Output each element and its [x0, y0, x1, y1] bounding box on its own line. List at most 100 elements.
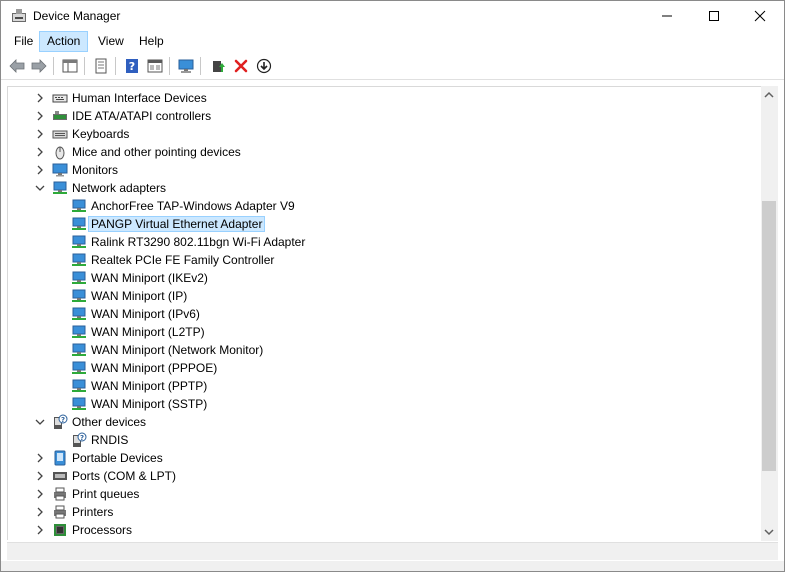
- tree-category[interactable]: Mice and other pointing devices: [8, 143, 762, 161]
- disable-device-button[interactable]: [254, 56, 274, 76]
- tree-item-label: Processors: [72, 523, 133, 537]
- status-bar: [1, 561, 784, 571]
- show-hide-tree-icon: [62, 59, 78, 73]
- menu-view[interactable]: View: [91, 31, 131, 52]
- network-adapter-icon: [72, 253, 86, 266]
- menu-action[interactable]: Action: [39, 31, 89, 52]
- chevron-down-icon[interactable]: [34, 416, 46, 428]
- tree-item-label: RNDIS: [91, 433, 129, 447]
- enable-device-button[interactable]: [208, 56, 228, 76]
- chevron-right-icon[interactable]: [34, 488, 46, 500]
- monitor-icon: [52, 163, 68, 177]
- update-driver-icon: [147, 59, 163, 73]
- help-icon: ?: [126, 59, 138, 73]
- scroll-down-icon[interactable]: [764, 528, 774, 536]
- vertical-scrollbar[interactable]: [761, 86, 778, 541]
- chevron-right-icon[interactable]: [34, 128, 46, 140]
- tree-item-label: WAN Miniport (Network Monitor): [91, 343, 264, 357]
- tree-item-label: Other devices: [72, 415, 147, 429]
- toolbar-separator: [84, 57, 85, 75]
- tree-item-label: Keyboards: [72, 127, 130, 141]
- scroll-up-icon[interactable]: [764, 91, 774, 99]
- device-tree[interactable]: Human Interface Devices IDE ATA/ATAPI con…: [7, 86, 762, 540]
- close-window-button[interactable]: [737, 1, 783, 31]
- chevron-right-icon[interactable]: [34, 452, 46, 464]
- tree-item-label: Ports (COM & LPT): [72, 469, 177, 483]
- tree-device[interactable]: Realtek PCIe FE Family Controller: [8, 251, 762, 269]
- chevron-right-icon[interactable]: [34, 92, 46, 104]
- tree-device[interactable]: ? RNDIS: [8, 431, 762, 449]
- chevron-right-icon[interactable]: [34, 524, 46, 536]
- minimize-button[interactable]: [644, 1, 690, 31]
- chevron-right-icon[interactable]: [34, 146, 46, 158]
- network-adapter-icon: [72, 271, 86, 284]
- tree-category[interactable]: ? Other devices: [8, 413, 762, 431]
- tree-item-label: IDE ATA/ATAPI controllers: [72, 109, 212, 123]
- unknown-device-icon: ?: [73, 432, 87, 447]
- tree-item-label: Printers: [72, 505, 114, 519]
- tree-category[interactable]: Human Interface Devices: [8, 89, 762, 107]
- update-driver-button[interactable]: [145, 56, 165, 76]
- chevron-right-icon[interactable]: [34, 110, 46, 122]
- tree-device[interactable]: WAN Miniport (L2TP): [8, 323, 762, 341]
- scan-hardware-icon: [178, 59, 194, 73]
- port-icon: [53, 472, 67, 480]
- scrollbar-thumb[interactable]: [762, 201, 776, 471]
- tree-device[interactable]: WAN Miniport (SSTP): [8, 395, 762, 413]
- back-button[interactable]: [7, 56, 27, 76]
- forward-button[interactable]: [29, 56, 49, 76]
- tree-item-label: WAN Miniport (SSTP): [91, 397, 208, 411]
- tree-item-label: Realtek PCIe FE Family Controller: [91, 253, 275, 267]
- tree-device[interactable]: WAN Miniport (Network Monitor): [8, 341, 762, 359]
- tree-device[interactable]: Ralink RT3290 802.11bgn Wi-Fi Adapter: [8, 233, 762, 251]
- menu-help[interactable]: Help: [132, 31, 171, 52]
- unknown-device-icon: ?: [54, 414, 68, 429]
- tree-device[interactable]: AnchorFree TAP-Windows Adapter V9: [8, 197, 762, 215]
- tree-device[interactable]: WAN Miniport (IKEv2): [8, 269, 762, 287]
- tree-item-label: Portable Devices: [72, 451, 163, 465]
- tree-item-label: Mice and other pointing devices: [72, 145, 241, 159]
- device-manager-icon: [12, 9, 26, 22]
- tree-device[interactable]: PANGP Virtual Ethernet Adapter: [8, 215, 762, 233]
- chevron-down-icon[interactable]: [34, 182, 46, 194]
- network-icon: [53, 181, 67, 194]
- tree-category[interactable]: Ports (COM & LPT): [8, 467, 762, 485]
- svg-text:?: ?: [129, 60, 135, 73]
- tree-device[interactable]: WAN Miniport (PPTP): [8, 377, 762, 395]
- menu-file[interactable]: File: [7, 31, 40, 52]
- device-manager-window: Device Manager File Action View Help ? H…: [0, 0, 785, 572]
- menu-bar: File Action View Help: [1, 31, 784, 53]
- scan-hardware-button[interactable]: [176, 56, 196, 76]
- tree-category[interactable]: Monitors: [8, 161, 762, 179]
- chevron-right-icon[interactable]: [34, 506, 46, 518]
- network-adapter-icon: [72, 361, 86, 374]
- tree-category[interactable]: Portable Devices: [8, 449, 762, 467]
- tree-item-label: WAN Miniport (PPTP): [91, 379, 208, 393]
- tree-item-label: WAN Miniport (IPv6): [91, 307, 200, 321]
- tree-category[interactable]: IDE ATA/ATAPI controllers: [8, 107, 762, 125]
- horizontal-scrollbar[interactable]: [7, 542, 778, 560]
- uninstall-device-button[interactable]: [231, 56, 251, 76]
- tree-device[interactable]: WAN Miniport (PPPOE): [8, 359, 762, 377]
- tree-category[interactable]: Printers: [8, 503, 762, 521]
- chevron-right-icon[interactable]: [34, 470, 46, 482]
- chevron-right-icon[interactable]: [34, 164, 46, 176]
- hid-icon: [52, 94, 68, 103]
- tree-category[interactable]: Network adapters: [8, 179, 762, 197]
- tree-item-label: WAN Miniport (IKEv2): [91, 271, 208, 285]
- back-arrow-icon: [9, 59, 25, 73]
- properties-button[interactable]: [91, 56, 111, 76]
- properties-icon: [95, 58, 107, 74]
- tree-category[interactable]: Processors: [8, 521, 762, 539]
- tree-device[interactable]: WAN Miniport (IP): [8, 287, 762, 305]
- enable-device-icon: [213, 61, 225, 72]
- show-hide-console-tree-button[interactable]: [60, 56, 80, 76]
- tree-item-label: Ralink RT3290 802.11bgn Wi-Fi Adapter: [91, 235, 306, 249]
- help-button[interactable]: ?: [122, 56, 142, 76]
- network-adapter-icon: [72, 199, 86, 212]
- maximize-button[interactable]: [691, 1, 737, 31]
- tree-device[interactable]: WAN Miniport (IPv6): [8, 305, 762, 323]
- network-adapter-icon: [72, 235, 86, 248]
- tree-category[interactable]: Keyboards: [8, 125, 762, 143]
- tree-category[interactable]: Print queues: [8, 485, 762, 503]
